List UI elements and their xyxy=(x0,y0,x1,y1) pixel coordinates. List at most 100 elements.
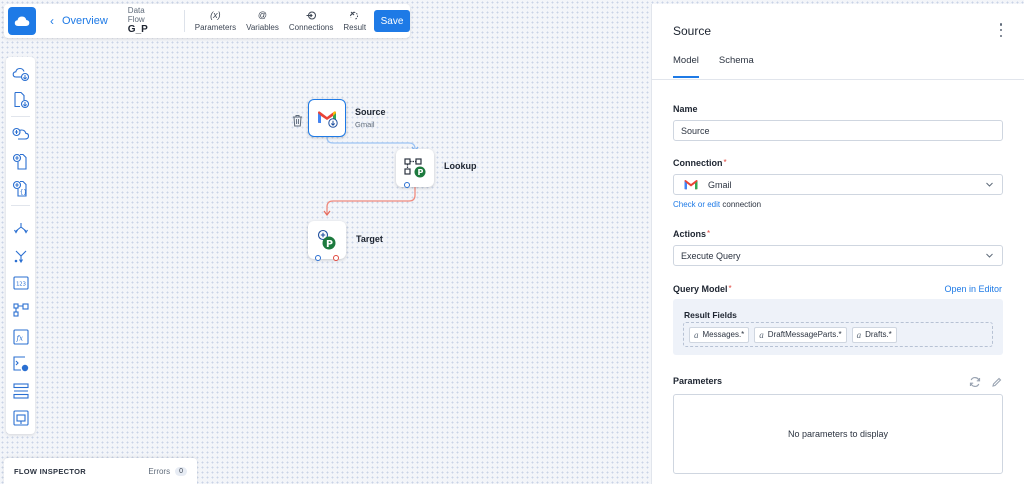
tab-model[interactable]: Model xyxy=(673,55,699,78)
svg-text:P: P xyxy=(326,239,333,250)
palette-cloud-target[interactable] xyxy=(10,124,31,145)
required-asterisk: * xyxy=(707,229,711,238)
connection-label-text: Connection xyxy=(673,158,723,168)
svg-text:P: P xyxy=(418,168,424,177)
palette-split[interactable] xyxy=(10,218,31,239)
json-file-target-icon: {} xyxy=(12,180,27,197)
variables-button[interactable]: @ Variables xyxy=(246,10,279,32)
result-field-chip[interactable]: a DraftMessageParts.* xyxy=(754,326,847,343)
flow-kind: Data Flow xyxy=(127,6,145,25)
palette-json-target[interactable]: {} xyxy=(10,178,31,199)
query-model-label: Query Model* xyxy=(673,284,732,294)
check-or-edit-link[interactable]: Check or edit xyxy=(673,200,720,209)
palette-execute-command[interactable] xyxy=(10,353,31,374)
at-sign-icon: @ xyxy=(257,10,268,20)
toolbar-divider xyxy=(183,10,185,32)
palette-file-target[interactable] xyxy=(10,151,31,172)
palette-cloud-source[interactable] xyxy=(10,63,31,84)
open-in-editor-link[interactable]: Open in Editor xyxy=(944,284,1002,294)
actions-label: Actions* xyxy=(673,229,710,239)
execute-command-icon xyxy=(12,355,28,371)
actions-value: Execute Query xyxy=(681,250,741,261)
field-type-icon: a xyxy=(694,329,699,340)
buffer-stack-icon xyxy=(12,382,29,399)
panel-body: Name Source Connection* Gmail Check or e… xyxy=(652,80,1024,484)
lookup-node-label: Lookup xyxy=(444,161,477,171)
flow-title: Data Flow G_P xyxy=(128,6,164,36)
tab-schema[interactable]: Schema xyxy=(719,55,754,78)
component-palette: {} 123 fx xyxy=(6,57,35,434)
target-error-port[interactable] xyxy=(333,255,339,261)
refresh-icon[interactable] xyxy=(969,376,981,388)
lookup-output-port[interactable] xyxy=(404,182,410,188)
save-button[interactable]: Save xyxy=(374,10,410,32)
result-field-chip[interactable]: a Messages.* xyxy=(689,326,750,343)
lookup-node[interactable]: P xyxy=(396,149,434,187)
panel-tabs: Model Schema xyxy=(673,55,774,78)
delete-node-trash-icon[interactable] xyxy=(292,114,303,132)
actions-label-text: Actions xyxy=(673,229,707,239)
back-to-overview-link[interactable]: ‹ Overview xyxy=(50,14,108,28)
name-label: Name xyxy=(673,104,698,114)
actions-select[interactable]: Execute Query xyxy=(673,245,1003,266)
required-asterisk: * xyxy=(723,158,727,167)
target-input-port[interactable] xyxy=(315,255,321,261)
palette-buffer[interactable] xyxy=(10,380,31,401)
lookup-icon xyxy=(12,302,29,317)
source-node-label: Source xyxy=(355,107,386,117)
palette-expression[interactable]: fx xyxy=(10,326,31,347)
result-fields-label: Result Fields xyxy=(684,310,737,320)
flow-inspector[interactable]: FLOW INSPECTOR Errors 0 xyxy=(4,458,197,484)
split-icon xyxy=(13,222,28,234)
source-node[interactable] xyxy=(308,99,346,137)
parameters-label: Parameters xyxy=(194,23,237,32)
flow-name: G_P xyxy=(127,24,148,36)
name-input[interactable]: Source xyxy=(673,120,1003,141)
result-button[interactable]: Result xyxy=(343,10,366,32)
target-icon: P xyxy=(317,229,336,250)
extend-icon xyxy=(12,409,29,426)
connection-hint-text: connection xyxy=(720,200,762,209)
panel-header: Source Model Schema xyxy=(652,4,1024,80)
edit-pencil-icon[interactable] xyxy=(991,377,1002,388)
result-fields-area[interactable]: a Messages.* a DraftMessageParts.* a Dra… xyxy=(683,322,993,347)
parameters-empty-text: No parameters to display xyxy=(787,429,889,439)
palette-merge[interactable] xyxy=(10,245,31,266)
target-node[interactable]: P xyxy=(308,221,346,259)
value-box-icon: 123 xyxy=(12,275,29,290)
panel-title: Source xyxy=(673,24,712,38)
app-logo[interactable] xyxy=(8,7,36,35)
parameters-button[interactable]: (x) Parameters xyxy=(195,10,236,32)
palette-file-source[interactable] xyxy=(10,89,31,110)
errors-count-badge: 0 xyxy=(175,466,187,476)
cloud-target-icon xyxy=(11,127,29,140)
lookup-icon: P xyxy=(404,158,426,178)
result-field-chip[interactable]: a Drafts.* xyxy=(851,326,897,343)
result-field-name: Drafts.* xyxy=(865,330,892,339)
result-label: Result xyxy=(343,23,367,32)
palette-value[interactable]: 123 xyxy=(10,272,31,293)
connections-label: Connections xyxy=(288,23,334,32)
connections-button[interactable]: Connections xyxy=(289,10,333,32)
more-options-icon[interactable] xyxy=(998,23,1004,37)
palette-lookup[interactable] xyxy=(10,299,31,320)
flow-inspector-title: FLOW INSPECTOR xyxy=(14,466,86,476)
svg-text:{}: {} xyxy=(19,189,26,196)
result-icon xyxy=(350,11,359,20)
connection-select[interactable]: Gmail xyxy=(673,174,1003,195)
required-asterisk: * xyxy=(728,284,732,293)
result-field-name: DraftMessageParts.* xyxy=(767,330,842,339)
variable-x-icon: (x) xyxy=(210,10,221,20)
palette-extend[interactable] xyxy=(10,407,31,428)
top-toolbar: ‹ Overview Data Flow G_P (x) Parameters … xyxy=(4,4,410,38)
function-fx-icon: fx xyxy=(12,328,29,345)
parameters-label: Parameters xyxy=(673,376,723,386)
errors-indicator[interactable]: Errors 0 xyxy=(148,466,187,476)
chevron-down-icon xyxy=(986,182,993,187)
gmail-icon xyxy=(318,111,338,128)
chevron-left-icon: ‹ xyxy=(49,14,54,28)
properties-panel: Source Model Schema Name Source Connecti… xyxy=(651,4,1024,484)
gmail-icon xyxy=(684,179,698,190)
lookup-to-target-link xyxy=(326,187,416,214)
connection-value: Gmail xyxy=(708,179,732,190)
